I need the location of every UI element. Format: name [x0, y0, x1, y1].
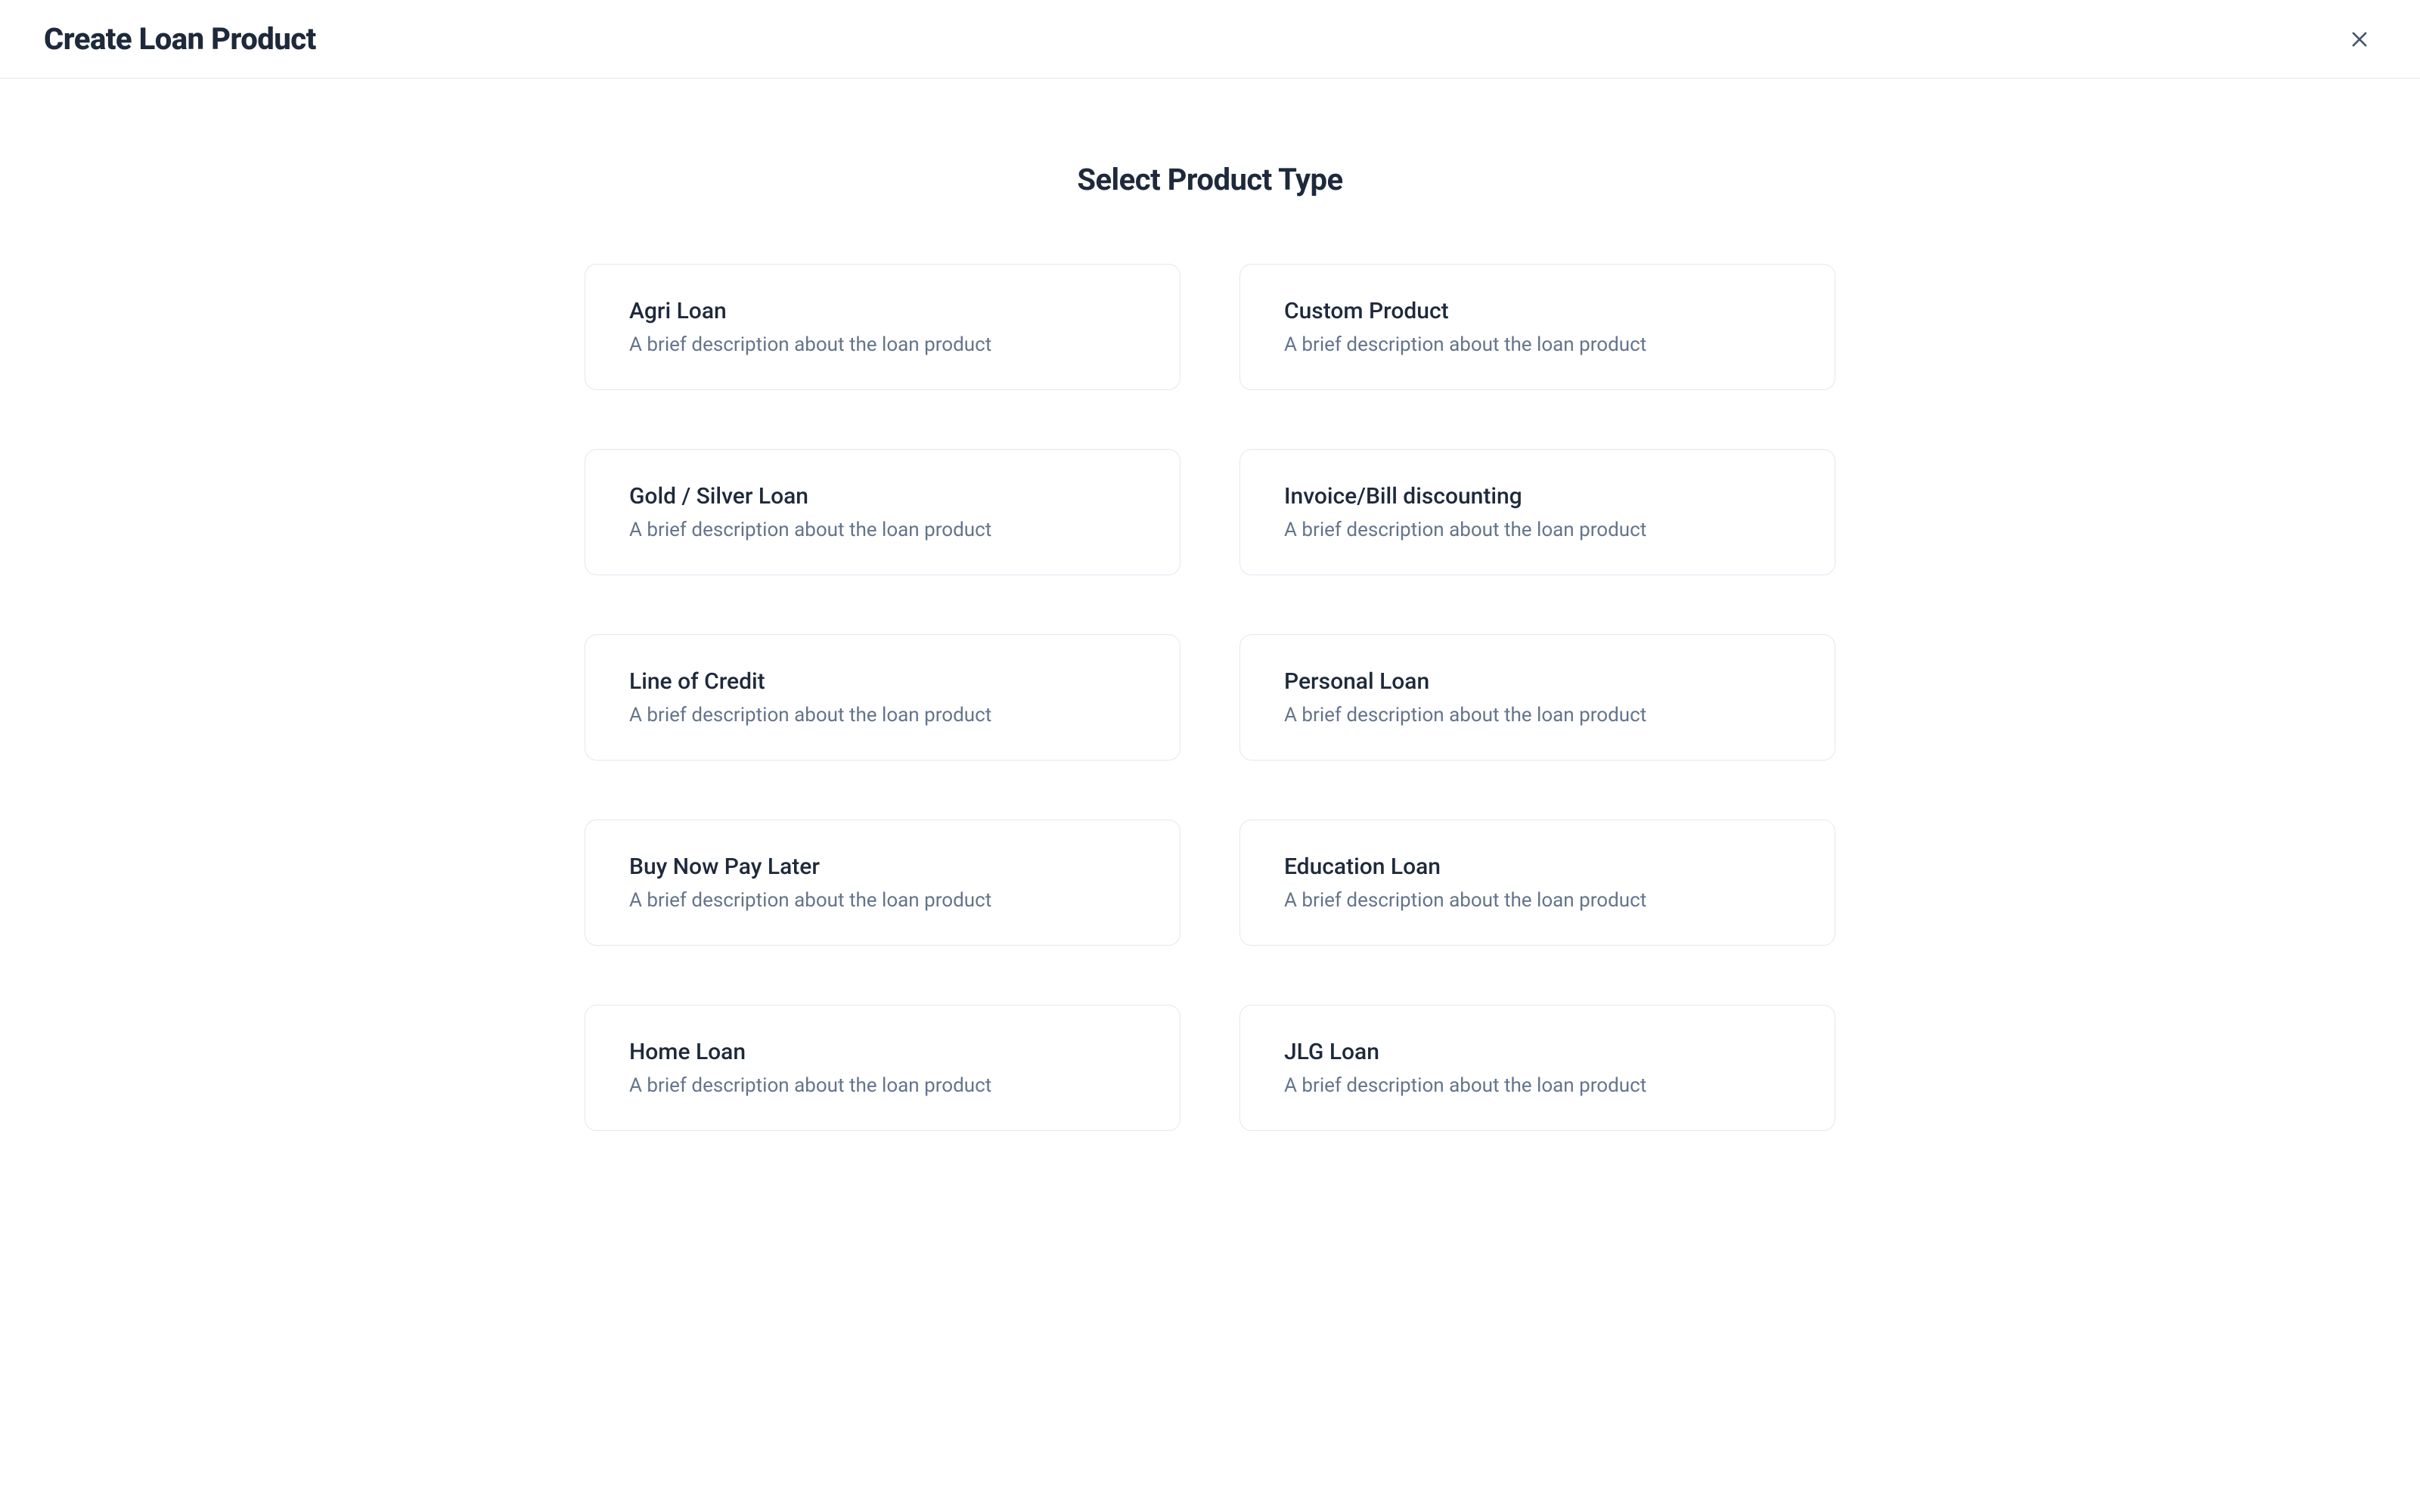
product-card-description: A brief description about the loan produ…: [1284, 333, 1791, 356]
section-title: Select Product Type: [1077, 162, 1342, 197]
product-card-personal-loan[interactable]: Personal Loan A brief description about …: [1239, 634, 1835, 761]
product-card-title: JLG Loan: [1284, 1039, 1791, 1065]
product-card-title: Invoice/Bill discounting: [1284, 483, 1791, 510]
product-card-title: Personal Loan: [1284, 668, 1791, 695]
page-header: Create Loan Product: [0, 0, 2420, 79]
close-button[interactable]: [2343, 23, 2376, 56]
product-card-title: Line of Credit: [629, 668, 1136, 695]
product-card-jlg-loan[interactable]: JLG Loan A brief description about the l…: [1239, 1005, 1835, 1131]
product-card-description: A brief description about the loan produ…: [629, 704, 1136, 727]
product-card-invoice-bill-discounting[interactable]: Invoice/Bill discounting A brief descrip…: [1239, 449, 1835, 575]
product-card-title: Home Loan: [629, 1039, 1136, 1065]
product-card-buy-now-pay-later[interactable]: Buy Now Pay Later A brief description ab…: [585, 820, 1181, 946]
product-card-title: Gold / Silver Loan: [629, 483, 1136, 510]
product-grid: Agri Loan A brief description about the …: [585, 264, 1835, 1131]
product-card-gold-silver-loan[interactable]: Gold / Silver Loan A brief description a…: [585, 449, 1181, 575]
product-card-description: A brief description about the loan produ…: [1284, 519, 1791, 541]
page-title: Create Loan Product: [44, 21, 316, 57]
product-card-description: A brief description about the loan produ…: [629, 519, 1136, 541]
product-card-description: A brief description about the loan produ…: [1284, 889, 1791, 912]
product-card-title: Buy Now Pay Later: [629, 854, 1136, 880]
product-card-education-loan[interactable]: Education Loan A brief description about…: [1239, 820, 1835, 946]
product-card-title: Custom Product: [1284, 298, 1791, 324]
product-card-line-of-credit[interactable]: Line of Credit A brief description about…: [585, 634, 1181, 761]
product-card-title: Agri Loan: [629, 298, 1136, 324]
product-card-description: A brief description about the loan produ…: [1284, 1074, 1791, 1097]
product-card-description: A brief description about the loan produ…: [629, 1074, 1136, 1097]
product-card-home-loan[interactable]: Home Loan A brief description about the …: [585, 1005, 1181, 1131]
product-card-description: A brief description about the loan produ…: [1284, 704, 1791, 727]
product-card-agri-loan[interactable]: Agri Loan A brief description about the …: [585, 264, 1181, 390]
close-icon: [2349, 29, 2370, 50]
product-card-description: A brief description about the loan produ…: [629, 889, 1136, 912]
product-card-title: Education Loan: [1284, 854, 1791, 880]
product-card-custom-product[interactable]: Custom Product A brief description about…: [1239, 264, 1835, 390]
content-area: Select Product Type Agri Loan A brief de…: [0, 79, 2420, 1176]
product-card-description: A brief description about the loan produ…: [629, 333, 1136, 356]
